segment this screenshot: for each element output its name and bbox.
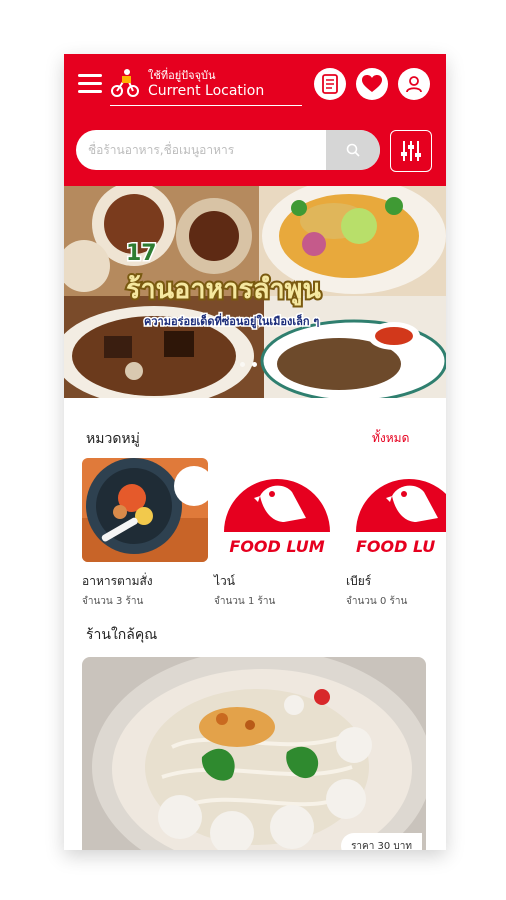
profile-button[interactable] [398,68,430,100]
category-item[interactable]: อาหารตามสั่ง จำนวน 3 ร้าน [82,458,212,608]
filter-button[interactable] [390,130,432,172]
nearby-restaurant-card[interactable]: ราคา 30 บาท [82,657,426,850]
banner-headline: ร้านอาหารลำพูน [126,274,321,306]
category-image [82,458,208,562]
orders-button[interactable] [314,68,346,100]
category-item[interactable]: FOOD LU เบียร์ จำนวน 0 ร้าน [346,458,446,608]
filter-sliders-icon [401,141,421,161]
nearby-title: ร้านใกล้คุณ [86,627,158,643]
document-icon [322,74,338,94]
category-logo: FOOD LU [346,458,446,562]
menu-icon[interactable] [78,74,102,94]
banner-number: 17 [126,241,157,266]
search-button[interactable] [326,130,380,170]
heart-icon [362,75,382,92]
category-name: ไวน์ [214,574,235,588]
banner-pagination[interactable] [240,362,257,367]
location-label: Current Location [148,83,265,99]
category-item[interactable]: FOOD LUM ไวน์ จำนวน 1 ร้าน [214,458,344,608]
category-name: เบียร์ [346,574,372,588]
category-logo: FOOD LUM [214,458,340,562]
category-count: จำนวน 0 ร้าน [346,596,408,607]
restaurant-image [82,657,426,850]
category-logo-text: FOOD LUM [229,537,324,556]
category-count: จำนวน 1 ร้าน [214,596,276,607]
category-logo-text: FOOD LU [356,537,435,556]
price-badge: ราคา 30 บาท [341,833,422,850]
promo-banner[interactable]: 17 ร้านอาหารลำพูน ความอร่อยเด็ดที่ซ่อนอย… [64,186,446,398]
pagination-dot[interactable] [240,362,245,367]
user-icon [406,76,422,93]
top-header: ใช้ที่อยู่ปัจจุบัน Current Location [64,54,446,186]
favorites-button[interactable] [356,68,388,100]
delivery-rider-icon [111,69,139,97]
category-count: จำนวน 3 ร้าน [82,596,144,607]
pagination-dot-active[interactable] [252,362,257,367]
location-hint: ใช้ที่อยู่ปัจจุบัน [148,69,216,82]
app-screen: ใช้ที่อยู่ปัจจุบัน Current Location ชื่อ… [64,54,446,850]
category-name: อาหารตามสั่ง [82,574,153,588]
search-input[interactable] [76,130,326,170]
search-icon [346,143,360,157]
see-all-link[interactable]: ทั้งหมด [372,429,409,448]
categories-title: หมวดหมู่ [86,431,140,447]
banner-subtitle: ความอร่อยเด็ดที่ซ่อนอยู่ในเมืองเล็ก ๆ [144,313,319,329]
search-bar [76,130,380,170]
current-location-selector[interactable]: ใช้ที่อยู่ปัจจุบัน Current Location [110,66,302,106]
